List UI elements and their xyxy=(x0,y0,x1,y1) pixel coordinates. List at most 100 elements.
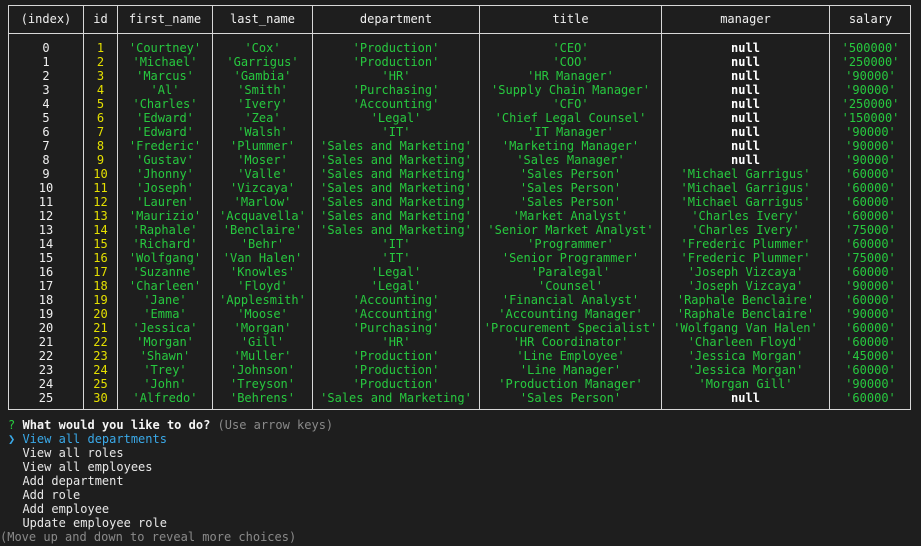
cell-title: 'Production Manager' xyxy=(498,377,643,391)
pointer-icon: ❯ xyxy=(8,432,23,446)
cell-last-name: 'Zea' xyxy=(244,111,281,125)
cell-last-name: 'Van Halen' xyxy=(222,251,303,265)
cell-manager: 'Morgan Gill' xyxy=(698,377,793,391)
cell-manager: 'Wolfgang Van Halen' xyxy=(673,321,818,335)
cell-manager: 'Jessica Morgan' xyxy=(687,363,804,377)
choice-label: Add department xyxy=(22,474,124,488)
cell-title: 'Sales Person' xyxy=(519,167,622,181)
cell-last-name: 'Valle' xyxy=(237,167,288,181)
column-header-department: department xyxy=(359,12,433,26)
column-header-title: title xyxy=(552,12,589,26)
cell-department: 'Sales and Marketing' xyxy=(320,209,472,223)
console-table: (index) id first_name last_name department ti… xyxy=(8,5,911,410)
cell-title: 'Procurement Specialist' xyxy=(483,321,658,335)
cell-title: 'Senior Programmer' xyxy=(501,251,640,265)
cell-salary: '90000' xyxy=(845,69,896,83)
choice-label: View all employees xyxy=(22,460,153,474)
choice-item[interactable]: ❯ View all departments xyxy=(8,432,921,446)
cell-last-name: 'Acquavella' xyxy=(219,209,306,223)
choice-list: ❯ View all departments View all roles Vi… xyxy=(8,432,921,530)
choice-item[interactable]: Update employee role xyxy=(8,516,921,530)
choice-item[interactable]: View all roles xyxy=(8,446,921,460)
cell-last-name: 'Knowles' xyxy=(229,265,296,279)
cell-id: 24 xyxy=(93,363,108,377)
cell-manager: 'Michael Garrigus' xyxy=(680,167,811,181)
cell-index: 11 xyxy=(38,195,54,209)
cell-salary: '250000' xyxy=(841,55,900,69)
cell-first-name: 'Edward' xyxy=(136,111,194,125)
column-header-manager: manager xyxy=(720,12,771,26)
choice-item[interactable]: Add department xyxy=(8,474,921,488)
cell-first-name: 'Frederic' xyxy=(128,139,202,153)
cell-index: 15 xyxy=(38,251,54,265)
cell-last-name: 'Plummer' xyxy=(229,139,296,153)
cell-manager: null xyxy=(731,83,760,97)
cell-salary: '90000' xyxy=(845,83,896,97)
cell-id: 16 xyxy=(93,251,108,265)
cell-title: 'Programmer' xyxy=(527,237,614,251)
cell-id: 3 xyxy=(96,69,105,83)
pointer-spacer xyxy=(8,446,22,460)
cell-manager: null xyxy=(731,97,760,111)
cell-department: 'Accounting' xyxy=(352,293,440,307)
cell-department: 'Legal' xyxy=(370,265,422,279)
cell-manager: 'Charleen Floyd' xyxy=(687,335,804,349)
cell-department: 'Production' xyxy=(352,349,440,363)
cell-first-name: 'Gustav' xyxy=(136,153,194,167)
cell-salary: '250000' xyxy=(841,97,900,111)
cell-department: 'Production' xyxy=(352,55,440,69)
cell-last-name: 'Garrigus' xyxy=(226,55,299,69)
cell-title: 'CFO' xyxy=(552,97,589,111)
cell-title: 'Sales Person' xyxy=(519,195,622,209)
cell-manager: 'Joseph Vizcaya' xyxy=(687,265,804,279)
cell-last-name: 'Morgan' xyxy=(233,321,292,335)
cell-salary: '60000' xyxy=(845,321,896,335)
cell-first-name: 'Wolfgang' xyxy=(128,251,202,265)
cell-salary: '90000' xyxy=(845,377,896,391)
pointer-spacer xyxy=(8,516,22,530)
cell-department: 'IT' xyxy=(381,237,411,251)
cell-last-name: 'Gill' xyxy=(240,335,285,349)
prompt-hint: (Use arrow keys) xyxy=(217,418,334,432)
cell-salary: '60000' xyxy=(845,363,896,377)
cell-first-name: 'Jane' xyxy=(143,293,187,307)
cell-index: 14 xyxy=(38,237,54,251)
cell-id: 20 xyxy=(93,307,108,321)
choice-item[interactable]: Add employee xyxy=(8,502,921,516)
cell-index: 20 xyxy=(38,321,54,335)
cell-first-name: 'John' xyxy=(143,377,187,391)
cell-department: 'IT' xyxy=(381,125,411,139)
cell-index: 9 xyxy=(42,167,50,181)
cell-id: 8 xyxy=(96,139,105,153)
cell-last-name: 'Smith' xyxy=(237,83,288,97)
cell-index: 1 xyxy=(42,55,50,69)
choice-label: View all roles xyxy=(22,446,124,460)
cell-salary: '60000' xyxy=(845,237,896,251)
cell-index: 18 xyxy=(38,293,54,307)
cell-last-name: 'Applesmith' xyxy=(219,293,306,307)
cell-department: 'HR' xyxy=(381,69,411,83)
cell-id: 13 xyxy=(93,209,108,223)
cell-first-name: 'Lauren' xyxy=(136,195,194,209)
cell-first-name: 'Jhonny' xyxy=(136,167,194,181)
cell-index: 4 xyxy=(42,97,50,111)
cell-department: 'Sales and Marketing' xyxy=(320,391,472,405)
choice-item[interactable]: Add role xyxy=(8,488,921,502)
cell-id: 22 xyxy=(93,335,108,349)
cell-manager: 'Charles Ivery' xyxy=(691,209,800,223)
column-header-index: (index) xyxy=(20,12,72,26)
cell-first-name: 'Suzanne' xyxy=(132,265,198,279)
cell-title: 'Sales Manager' xyxy=(516,153,625,167)
cell-title: 'Market Analyst' xyxy=(512,209,629,223)
cell-first-name: 'Emma' xyxy=(143,307,187,321)
cell-title: 'IT Manager' xyxy=(527,125,614,139)
cell-salary: '90000' xyxy=(845,153,896,167)
cell-first-name: 'Morgan' xyxy=(136,335,194,349)
cell-id: 23 xyxy=(93,349,108,363)
cell-salary: '60000' xyxy=(845,265,896,279)
cell-first-name: 'Al' xyxy=(150,83,180,97)
cell-id: 9 xyxy=(96,153,105,167)
cell-title: 'HR Coordinator' xyxy=(512,335,629,349)
choice-item[interactable]: View all employees xyxy=(8,460,921,474)
cell-manager: null xyxy=(731,111,760,125)
